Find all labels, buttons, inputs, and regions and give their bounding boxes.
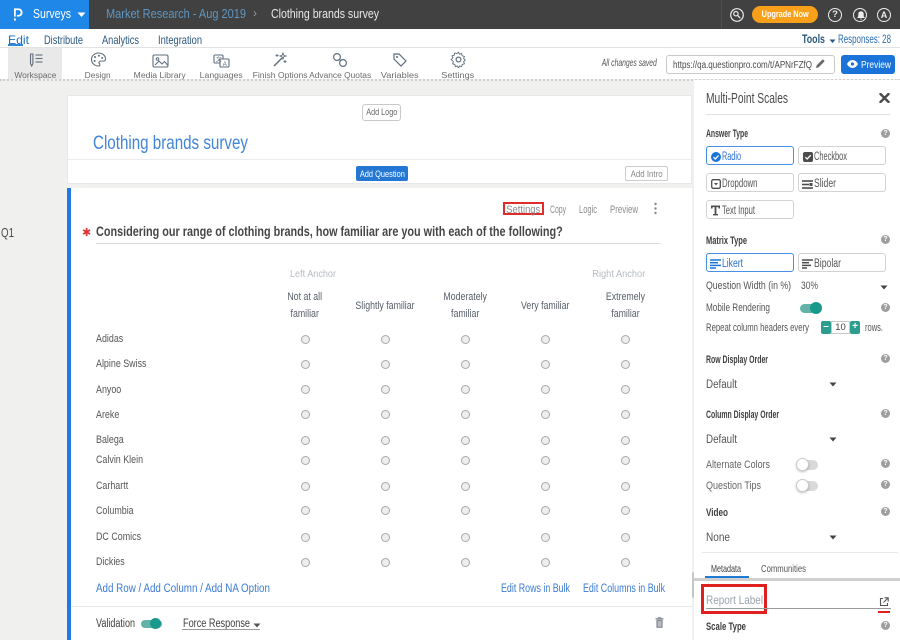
svg-text:文: 文 <box>216 56 222 64</box>
svg-text:A: A <box>223 61 228 68</box>
